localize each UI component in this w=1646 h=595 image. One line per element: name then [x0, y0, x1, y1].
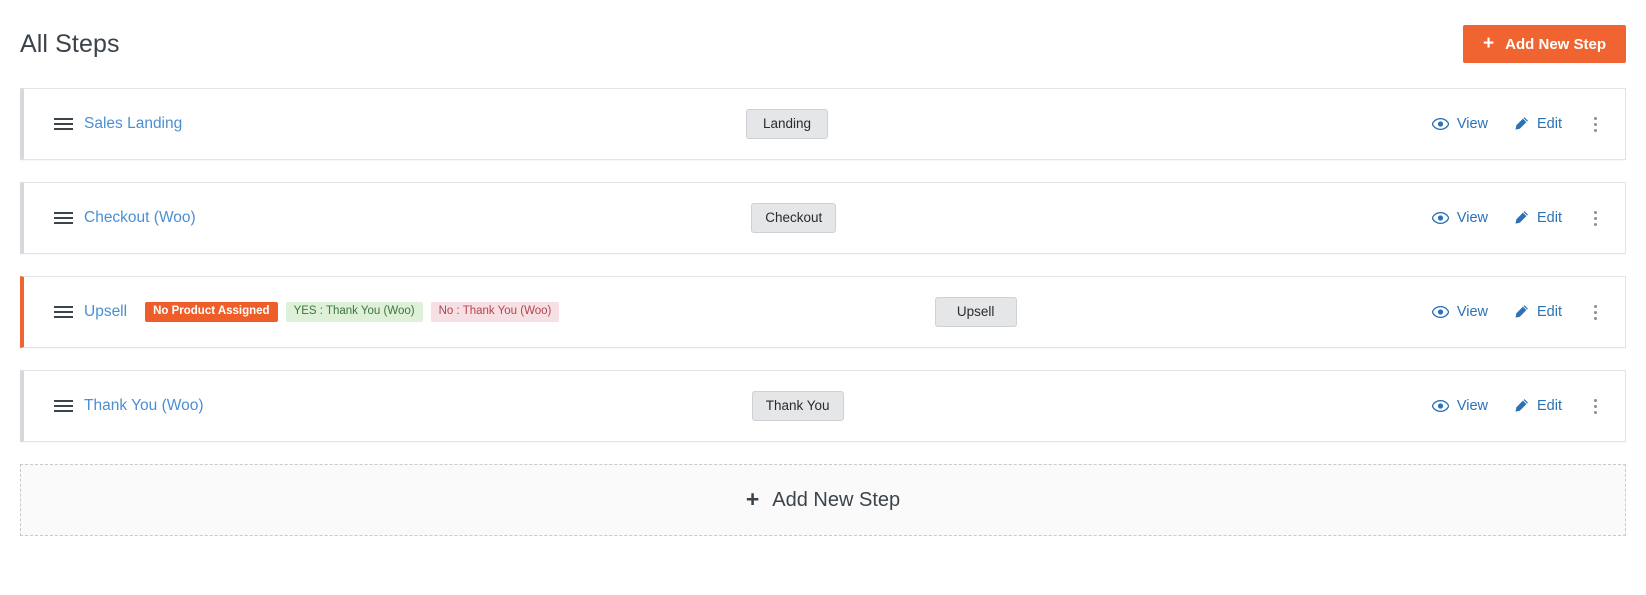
view-link-label: View	[1456, 116, 1488, 132]
edit-link[interactable]: Edit	[1513, 116, 1562, 132]
step-row[interactable]: Checkout (Woo) Checkout View Edit	[20, 182, 1626, 254]
edit-link-label: Edit	[1537, 116, 1562, 132]
drag-handle-icon[interactable]	[54, 400, 73, 412]
step-type-badge: Upsell	[934, 296, 1017, 328]
plus-icon: +	[745, 485, 760, 512]
drag-handle-icon[interactable]	[54, 306, 73, 318]
edit-link[interactable]: Edit	[1513, 304, 1562, 320]
eye-icon	[1431, 118, 1449, 130]
pencil-icon	[1515, 117, 1528, 130]
eye-icon	[1431, 400, 1449, 412]
step-actions: View Edit	[1431, 207, 1625, 229]
step-row-left: Sales Landing	[24, 115, 182, 133]
add-new-step-dropzone-label: Add New Step	[772, 489, 901, 511]
step-row[interactable]: Thank You (Woo) Thank You View Edit	[20, 370, 1626, 442]
drag-handle-icon[interactable]	[54, 212, 73, 224]
page-header: All Steps + Add New Step	[0, 0, 1646, 88]
kebab-menu-icon[interactable]	[1587, 301, 1603, 323]
drag-handle-icon[interactable]	[54, 118, 73, 130]
step-row[interactable]: Upsell No Product Assigned YES : Thank Y…	[20, 276, 1626, 348]
step-type-area: Landing	[182, 108, 1432, 140]
view-link[interactable]: View	[1431, 210, 1488, 226]
step-actions: View Edit	[1431, 395, 1625, 417]
tag-no-product-assigned: No Product Assigned	[145, 301, 278, 323]
view-link-label: View	[1456, 398, 1488, 414]
add-new-step-dropzone[interactable]: + Add New Step	[20, 464, 1626, 536]
step-actions: View Edit	[1431, 301, 1625, 323]
tag-no-branch: No : Thank You (Woo)	[430, 301, 560, 323]
edit-link[interactable]: Edit	[1513, 210, 1562, 226]
step-type-badge: Thank You	[751, 390, 844, 422]
page-title: All Steps	[20, 29, 120, 58]
step-title-link[interactable]: Checkout (Woo)	[84, 209, 196, 227]
step-title-link[interactable]: Sales Landing	[84, 115, 182, 133]
all-steps-page: All Steps + Add New Step Sales Landing L…	[0, 0, 1646, 595]
edit-link-label: Edit	[1537, 304, 1562, 320]
steps-list: Sales Landing Landing View Edit Checkout…	[0, 88, 1646, 442]
step-type-badge: Landing	[746, 108, 829, 140]
edit-link[interactable]: Edit	[1513, 398, 1562, 414]
edit-link-label: Edit	[1537, 210, 1562, 226]
step-row-left: Upsell No Product Assigned YES : Thank Y…	[24, 301, 560, 323]
add-new-step-button-top[interactable]: + Add New Step	[1463, 25, 1626, 63]
step-type-area: Thank You	[203, 390, 1431, 422]
edit-link-label: Edit	[1537, 398, 1562, 414]
step-type-area: Upsell	[559, 296, 1431, 328]
step-row-left: Thank You (Woo)	[24, 397, 203, 415]
eye-icon	[1431, 306, 1449, 318]
kebab-menu-icon[interactable]	[1587, 395, 1603, 417]
step-title-link[interactable]: Thank You (Woo)	[84, 397, 203, 415]
step-row-left: Checkout (Woo)	[24, 209, 196, 227]
tag-yes-branch: YES : Thank You (Woo)	[285, 301, 423, 323]
step-type-badge: Checkout	[751, 202, 837, 234]
step-title-link[interactable]: Upsell	[84, 303, 127, 321]
view-link-label: View	[1456, 210, 1488, 226]
view-link-label: View	[1456, 304, 1488, 320]
add-new-step-button-label: Add New Step	[1505, 35, 1606, 53]
view-link[interactable]: View	[1431, 398, 1488, 414]
pencil-icon	[1515, 305, 1528, 318]
plus-icon: +	[1483, 32, 1495, 54]
kebab-menu-icon[interactable]	[1587, 207, 1603, 229]
view-link[interactable]: View	[1431, 116, 1488, 132]
pencil-icon	[1515, 211, 1528, 224]
pencil-icon	[1515, 399, 1528, 412]
eye-icon	[1431, 212, 1449, 224]
step-row[interactable]: Sales Landing Landing View Edit	[20, 88, 1626, 160]
step-tag-group: No Product Assigned YES : Thank You (Woo…	[145, 301, 560, 323]
step-actions: View Edit	[1431, 113, 1625, 135]
step-type-area: Checkout	[196, 202, 1432, 234]
kebab-menu-icon[interactable]	[1587, 113, 1603, 135]
view-link[interactable]: View	[1431, 304, 1488, 320]
